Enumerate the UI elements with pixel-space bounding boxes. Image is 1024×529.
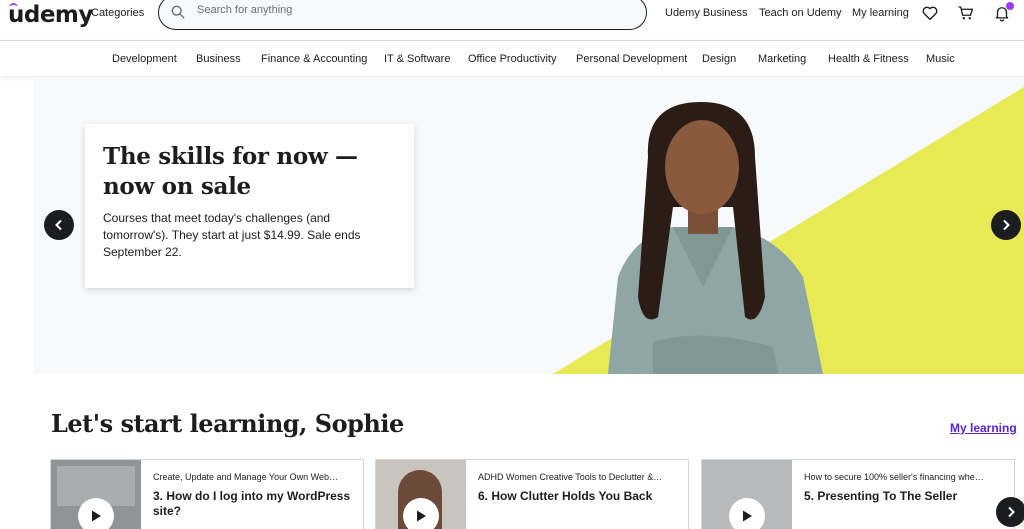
courses-next-button[interactable] <box>996 497 1024 527</box>
chevron-right-icon <box>1008 506 1015 518</box>
category-marketing[interactable]: Marketing <box>758 53 806 65</box>
course-thumbnail <box>702 460 792 529</box>
logo-accent <box>9 3 18 8</box>
hero-title: The skills for now — now on sale <box>103 143 358 200</box>
category-nav: Development Business Finance & Accountin… <box>0 40 1024 76</box>
carousel-prev-button[interactable] <box>44 210 74 240</box>
category-personal-development[interactable]: Personal Development <box>576 53 687 65</box>
carousel-next-button[interactable] <box>991 210 1021 240</box>
udemy-logo[interactable]: udemy <box>8 2 93 28</box>
category-business[interactable]: Business <box>196 53 241 65</box>
play-icon <box>92 510 101 522</box>
play-icon <box>743 510 752 522</box>
play-button[interactable] <box>729 498 765 529</box>
course-card[interactable]: How to secure 100% seller's financing wh… <box>701 459 1015 529</box>
course-subtitle: ADHD Women Creative Tools to Declutter &… <box>478 472 663 482</box>
cart-icon[interactable] <box>957 4 975 22</box>
course-subtitle: Create, Update and Manage Your Own Web… <box>153 472 338 482</box>
search-icon[interactable] <box>171 5 185 19</box>
play-button[interactable] <box>78 498 114 529</box>
heart-icon[interactable] <box>921 4 939 22</box>
udemy-business-link[interactable]: Udemy Business <box>665 7 748 19</box>
category-finance-accounting[interactable]: Finance & Accounting <box>261 53 367 65</box>
notification-badge <box>1006 2 1014 10</box>
course-thumbnail <box>376 460 466 529</box>
play-icon <box>417 510 426 522</box>
course-lecture-title: 3. How do I log into my WordPress site? <box>153 489 351 518</box>
course-subtitle: How to secure 100% seller's financing wh… <box>804 472 984 482</box>
category-development[interactable]: Development <box>112 53 177 65</box>
chevron-left-icon <box>55 219 62 231</box>
course-lecture-title: 5. Presenting To The Seller <box>804 489 958 503</box>
course-card[interactable]: ADHD Women Creative Tools to Declutter &… <box>375 459 689 529</box>
course-card[interactable]: Create, Update and Manage Your Own Web… … <box>50 459 364 529</box>
category-music[interactable]: Music <box>926 53 955 65</box>
logo-text: udemy <box>8 2 93 28</box>
category-office-productivity[interactable]: Office Productivity <box>468 53 556 65</box>
teach-on-udemy-link[interactable]: Teach on Udemy <box>759 7 842 19</box>
my-learning-link[interactable]: My learning <box>950 421 1017 435</box>
category-health-fitness[interactable]: Health & Fitness <box>828 53 909 65</box>
my-learning-header-link[interactable]: My learning <box>852 7 909 19</box>
category-design[interactable]: Design <box>702 53 736 65</box>
top-header: udemy Categories Udemy Business Teach on… <box>0 0 1024 40</box>
search-input[interactable] <box>197 4 617 16</box>
hero-text: Courses that meet today's challenges (an… <box>103 211 361 259</box>
play-button[interactable] <box>403 498 439 529</box>
categories-menu[interactable]: Categories <box>91 7 144 19</box>
category-it-software[interactable]: IT & Software <box>384 53 450 65</box>
course-lecture-title: 6. How Clutter Holds You Back <box>478 489 653 503</box>
hero-banner: The skills for now — now on sale Courses… <box>33 77 1024 374</box>
chevron-right-icon <box>1003 219 1010 231</box>
search-bar[interactable] <box>158 0 647 30</box>
learning-section-title: Let's start learning, Sophie <box>51 409 404 438</box>
course-thumbnail <box>51 460 141 529</box>
hero-card: The skills for now — now on sale Courses… <box>85 124 414 288</box>
